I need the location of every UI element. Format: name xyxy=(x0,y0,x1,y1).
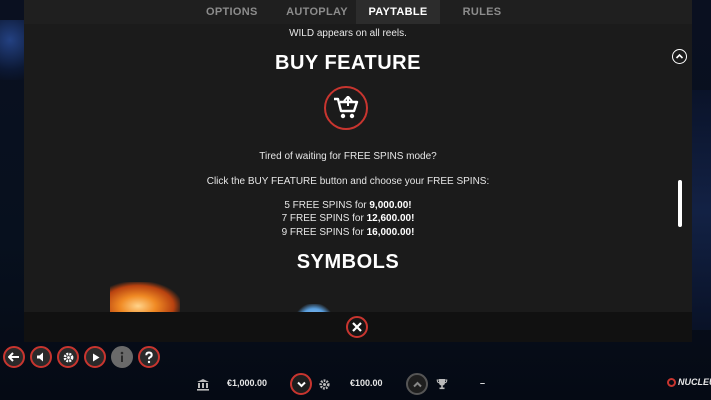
symbols-heading: SYMBOLS xyxy=(296,251,400,273)
buy-feature-button[interactable] xyxy=(324,86,368,130)
play-icon xyxy=(92,353,99,361)
brand-logo: NUCLEUS xyxy=(667,377,711,387)
play-button[interactable] xyxy=(84,346,106,368)
info-button[interactable] xyxy=(111,346,133,368)
question-icon xyxy=(145,350,153,363)
settings-button[interactable] xyxy=(57,346,79,368)
shopping-cart-icon xyxy=(334,96,359,119)
symbol-fire-image xyxy=(110,282,180,312)
win-value: – xyxy=(480,378,486,388)
tab-options[interactable]: OPTIONS xyxy=(206,0,257,24)
symbol-orb-image xyxy=(294,304,334,312)
chevron-down-icon xyxy=(296,381,306,387)
free-spins-option: 5 FREE SPINS for 9,000.00! xyxy=(284,200,412,211)
balance-value: €1,000.00 xyxy=(227,378,268,388)
info-icon xyxy=(120,351,124,362)
tab-bar: OPTIONS AUTOPLAY PAYTABLE RULES xyxy=(24,0,692,24)
background-decoration-right xyxy=(689,90,711,330)
scrollbar-thumb[interactable] xyxy=(678,180,682,227)
close-panel-button[interactable] xyxy=(346,316,368,338)
bet-value: €100.00 xyxy=(350,378,383,388)
paytable-content: WILD appears on all reels. BUY FEATURE T… xyxy=(24,24,692,312)
close-icon xyxy=(352,322,362,332)
tab-rules[interactable]: RULES xyxy=(460,0,504,24)
buy-feature-text-1: Tired of waiting for FREE SPINS mode? xyxy=(259,151,437,162)
tab-paytable[interactable]: PAYTABLE xyxy=(356,0,440,24)
tab-autoplay[interactable]: AUTOPLAY xyxy=(282,0,352,24)
chevron-up-icon xyxy=(675,53,684,59)
bet-increase-button[interactable] xyxy=(406,373,428,395)
chevron-up-icon xyxy=(412,381,422,387)
brand-name: NUCLEUS xyxy=(678,377,711,387)
gear-icon xyxy=(63,352,73,362)
free-spins-option: 7 FREE SPINS for 12,600.00! xyxy=(281,213,415,224)
buy-feature-heading: BUY FEATURE xyxy=(275,52,421,74)
back-button[interactable] xyxy=(3,346,25,368)
back-arrow-icon xyxy=(8,352,19,362)
bet-decrease-button[interactable] xyxy=(290,373,312,395)
help-button[interactable] xyxy=(138,346,160,368)
speaker-icon xyxy=(37,352,43,362)
bank-icon xyxy=(196,377,210,391)
buy-feature-text-2: Click the BUY FEATURE button and choose … xyxy=(206,176,490,187)
brand-mark-icon xyxy=(667,377,676,387)
background-decoration-left xyxy=(0,20,24,80)
trophy-icon xyxy=(435,377,449,391)
paytable-panel: OPTIONS AUTOPLAY PAYTABLE RULES WILD app… xyxy=(24,0,692,342)
wild-description: WILD appears on all reels. xyxy=(289,28,407,39)
coin-icon xyxy=(317,377,331,391)
free-spins-option: 9 FREE SPINS for 16,000.00! xyxy=(281,227,415,238)
scroll-up-button[interactable] xyxy=(672,49,687,64)
sound-button[interactable] xyxy=(30,346,52,368)
